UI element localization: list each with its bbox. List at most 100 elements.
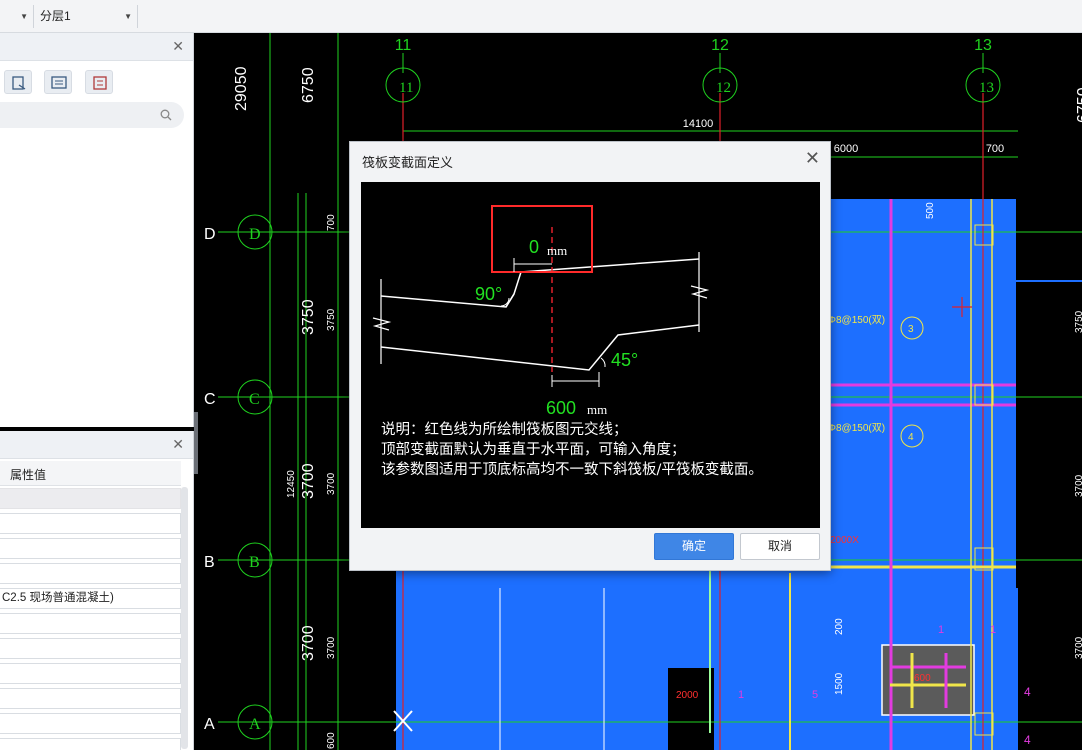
property-row[interactable]	[0, 688, 181, 709]
dimension-text: 29050	[233, 66, 250, 111]
raft-section-dialog: 筏板变截面定义 ✕ 0 mm 90° 45° 600 mm 说明：红色线为所绘制…	[349, 141, 831, 571]
slab-bottom-edge	[380, 324, 700, 371]
close-icon[interactable]: ✕	[172, 38, 184, 55]
unit-label: mm	[547, 243, 567, 258]
axis-bubble-label: 11	[399, 80, 413, 96]
dimension-text: 3700	[326, 472, 337, 495]
dimension-text: 6750	[300, 67, 317, 103]
top-offset-value[interactable]: 0	[529, 237, 539, 257]
rebar-annotation: 2000	[676, 690, 699, 701]
axis-bubble-label: A	[249, 716, 261, 733]
close-icon[interactable]: ✕	[172, 436, 184, 453]
dimension-text: 14100	[683, 118, 714, 130]
dimension-text: 12450	[286, 470, 297, 498]
axis-bubble-label: 12	[716, 80, 731, 96]
top-toolbar: ▼ 分层1 ▼	[0, 0, 1082, 33]
axis-label-left: A	[204, 716, 215, 733]
beam-tag-label: 1	[990, 624, 996, 636]
edit-component-button[interactable]	[44, 70, 72, 94]
break-mark	[372, 317, 392, 331]
rebar-annotation: Φ8@150(双)	[828, 314, 885, 326]
property-row[interactable]	[0, 738, 181, 750]
ok-button[interactable]: 确定	[654, 533, 734, 560]
angle-arc	[600, 357, 606, 368]
chevron-down-icon: ▼	[124, 12, 132, 21]
search-icon	[160, 109, 172, 121]
property-row[interactable]: C2.5 现场普通混凝土)	[0, 588, 181, 609]
slab-top-edge	[380, 258, 700, 308]
property-row[interactable]	[0, 713, 181, 734]
properties-panel: ✕ 属性值 C2.5 现场普通混凝土)	[0, 431, 194, 750]
panel-header: ✕	[0, 33, 193, 61]
dimension-text: 700	[986, 143, 1004, 155]
app-window: ▼ 分层1 ▼ ✕ ✕ 属性值 C2.5 现场普通混凝土) 11 12 13 1…	[0, 0, 1082, 750]
cancel-button[interactable]: 取消	[740, 533, 820, 560]
axis-bubble-label: C	[249, 391, 260, 408]
copy-component-button[interactable]	[4, 70, 32, 94]
beam-tag-label: 4	[1024, 685, 1031, 699]
axis-bubble-label: B	[249, 554, 260, 571]
property-row[interactable]	[0, 538, 181, 559]
axis-label-left: D	[204, 226, 216, 243]
beam-tag-label: 5	[812, 689, 818, 701]
dimension-text: 3700	[1074, 474, 1082, 497]
rebar-annotation: 2000X	[830, 535, 859, 546]
property-row[interactable]	[0, 663, 181, 684]
beam-tag-label: 4	[1024, 733, 1031, 747]
floor-dropdown[interactable]: ▼	[0, 5, 34, 28]
property-row[interactable]	[0, 563, 181, 584]
axis-label-top: 12	[711, 37, 729, 54]
rebar-annotation: 600	[914, 673, 931, 684]
copy-icon	[12, 76, 26, 90]
dimension-text: 3750	[1074, 310, 1082, 333]
axis-label-top: 11	[395, 37, 412, 54]
note-line: 顶部变截面默认为垂直于水平面，可输入角度；	[381, 442, 686, 458]
axis-label-top: 13	[974, 37, 992, 54]
dimension-text: 600	[326, 732, 337, 749]
axis-bubble-label: D	[249, 226, 261, 243]
dimension-text: 200	[834, 618, 845, 635]
note-line: 该参数图适用于顶底标高均不一致下斜筏板/平筏板变截面。	[381, 462, 763, 478]
dimension-text: 3750	[300, 299, 317, 335]
property-component-button[interactable]	[85, 70, 113, 94]
dimension-text: 3750	[326, 308, 337, 331]
column-header-label: 属性值	[10, 468, 47, 482]
parameter-diagram: 0 mm 90° 45° 600 mm 说明：红色线为所绘制筏板图元交线； 顶部…	[361, 182, 820, 528]
property-value: C2.5 现场普通混凝土)	[2, 592, 114, 604]
dimension-text: 700	[326, 214, 337, 231]
beam-tag-label: 1	[738, 689, 744, 701]
axis-label-left: B	[204, 554, 215, 571]
beam-tag-label: 4	[908, 432, 914, 443]
beam-tag-label: 3	[908, 324, 914, 335]
note-line: 说明：红色线为所绘制筏板图元交线；	[381, 422, 628, 438]
panel-header: ✕	[0, 431, 193, 459]
component-list-panel: ✕	[0, 33, 194, 427]
bottom-angle-value[interactable]: 45°	[611, 350, 638, 370]
scrollbar[interactable]	[181, 487, 188, 749]
slab-opening	[668, 668, 714, 750]
dimension-text: 500	[925, 202, 936, 219]
property-row[interactable]	[0, 638, 181, 659]
close-icon[interactable]: ✕	[805, 148, 820, 169]
property-row[interactable]	[0, 488, 181, 509]
axis-label-left: C	[204, 391, 216, 408]
slab-step	[505, 293, 515, 308]
dimension-text: 6000	[834, 143, 858, 155]
beam-tag-label: 1	[938, 624, 944, 636]
property-value-column-header: 属性值	[0, 461, 181, 486]
dimension-text: 1500	[834, 672, 845, 695]
dimension-text: 3700	[326, 636, 337, 659]
dialog-title: 筏板变截面定义	[362, 155, 454, 170]
top-angle-value[interactable]: 90°	[475, 284, 502, 304]
dimension-text: 3700	[1074, 636, 1082, 659]
search-input[interactable]	[0, 102, 184, 128]
property-row[interactable]	[0, 513, 181, 534]
layer-dropdown[interactable]: 分层1 ▼	[36, 5, 138, 28]
property-row[interactable]	[0, 613, 181, 634]
dimension-text: 6750	[1075, 87, 1082, 123]
table-icon	[93, 76, 107, 90]
list-icon	[51, 76, 67, 89]
bottom-offset-value[interactable]: 600	[546, 398, 576, 418]
unit-label: mm	[587, 402, 607, 417]
chevron-down-icon: ▼	[20, 12, 28, 21]
